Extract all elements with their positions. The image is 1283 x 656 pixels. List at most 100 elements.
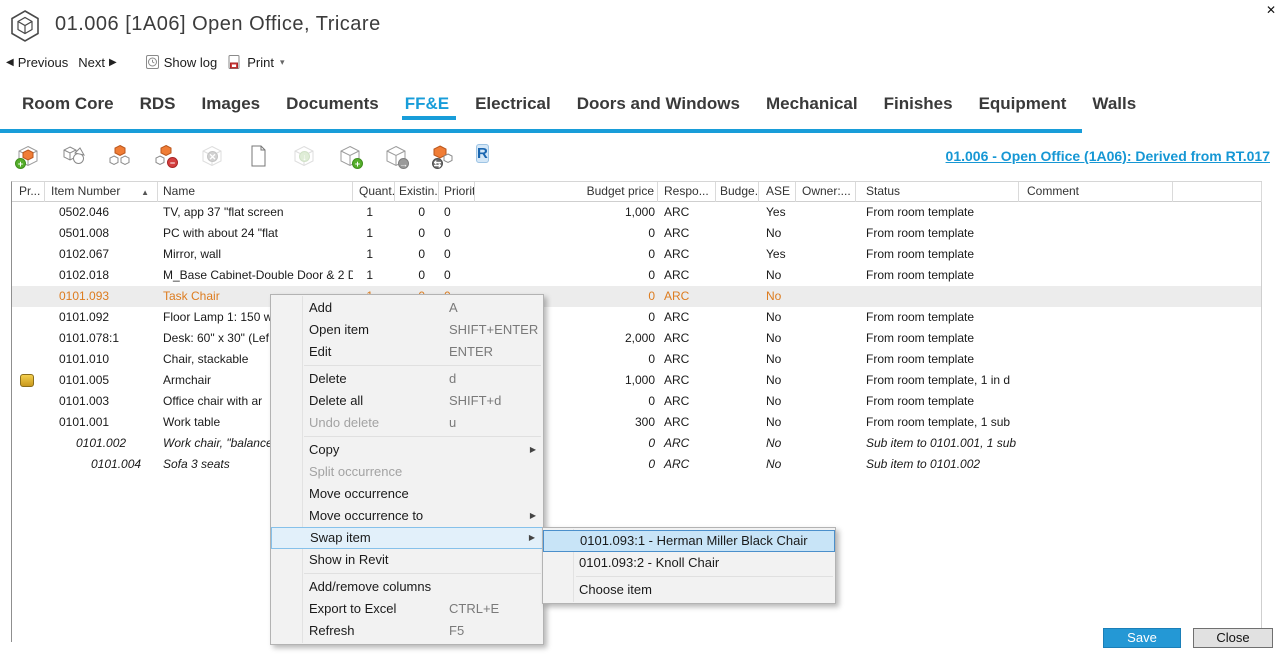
column-header-responsible[interactable]: Respo... [658, 182, 716, 202]
menu-separator [304, 436, 541, 437]
table-row[interactable]: 0502.046 TV, app 37 "flat screen 1 0 0 1… [12, 202, 1261, 223]
print-button[interactable]: Print ▾ [227, 54, 284, 70]
table-row[interactable]: 0102.018 M_Base Cabinet-Double Door & 2 … [12, 265, 1261, 286]
table-row[interactable]: 0101.010 Chair, stackable 0 ARC No From … [12, 349, 1261, 370]
tab-documents[interactable]: Documents [286, 94, 379, 114]
room-template-link[interactable]: 01.006 - Open Office (1A06): Derived fro… [946, 148, 1270, 164]
menu-separator [304, 365, 541, 366]
menu-separator [576, 576, 833, 577]
sort-ascending-icon: ▲ [141, 183, 149, 202]
print-label: Print [247, 55, 274, 70]
show-log-icon [145, 54, 160, 70]
app-logo-icon [9, 9, 41, 43]
import-item-icon: ↓ [292, 144, 316, 168]
context-menu: AddA Open itemSHIFT+ENTER EditENTER Dele… [270, 294, 544, 645]
tab-mechanical[interactable]: Mechanical [766, 94, 858, 114]
tab-finishes[interactable]: Finishes [884, 94, 953, 114]
previous-button[interactable]: ◀ Previous [6, 55, 68, 70]
tab-underline-bar [0, 129, 1082, 133]
submenu-arrow-icon: ▶ [530, 505, 536, 527]
tab-bar: Room Core RDS Images Documents FF&E Elec… [0, 88, 1283, 120]
submenu-item-herman-miller-chair[interactable]: 0101.093:1 - Herman Miller Black Chair [543, 530, 835, 552]
show-log-button[interactable]: Show log [145, 54, 217, 70]
column-header-ase[interactable]: ASE [759, 182, 796, 202]
menu-item-move-occurrence[interactable]: Move occurrence [271, 483, 543, 505]
table-row[interactable]: 0102.067 Mirror, wall 1 0 0 0 ARC Yes Fr… [12, 244, 1261, 265]
new-document-icon[interactable] [246, 144, 270, 168]
tab-equipment[interactable]: Equipment [979, 94, 1067, 114]
menu-item-delete[interactable]: Deleted [271, 368, 543, 390]
column-header-quantity[interactable]: Quant... [353, 182, 395, 202]
table-row[interactable]: 0101.005 Armchair 1,000 ARC No From room… [12, 370, 1261, 391]
ffe-toolbar: + − ✕ ↓ + → [16, 142, 500, 170]
print-icon [227, 54, 243, 70]
menu-item-show-in-revit[interactable]: Show in Revit [271, 549, 543, 571]
table-header-row: Pr... Item Number ▲ Name Quant... Existi… [12, 182, 1261, 202]
table-row[interactable]: 0101.092 Floor Lamp 1: 150 w 0 ARC No Fr… [12, 307, 1261, 328]
menu-item-refresh[interactable]: RefreshF5 [271, 620, 543, 642]
column-header-name[interactable]: Name [158, 182, 353, 202]
menu-item-export-to-excel[interactable]: Export to ExcelCTRL+E [271, 598, 543, 620]
next-label: Next [78, 55, 105, 70]
column-header-pr[interactable]: Pr... [12, 182, 45, 202]
tab-rds[interactable]: RDS [140, 94, 176, 114]
next-arrow-icon: ▶ [109, 57, 117, 68]
close-button[interactable]: Close [1193, 628, 1273, 648]
menu-separator [304, 573, 541, 574]
column-header-item-number[interactable]: Item Number ▲ [45, 182, 158, 202]
swap-item-submenu: 0101.093:1 - Herman Miller Black Chair 0… [542, 527, 836, 604]
menu-item-open-item[interactable]: Open itemSHIFT+ENTER [271, 319, 543, 341]
page-title: 01.006 [1A06] Open Office, Tricare [55, 13, 381, 36]
menu-item-delete-all[interactable]: Delete allSHIFT+d [271, 390, 543, 412]
table-row[interactable]: 0501.008 PC with about 24 "flat 1 0 0 0 … [12, 223, 1261, 244]
previous-label: Previous [18, 55, 69, 70]
table-row-subitem[interactable]: 0101.002 Work chair, "balance" 0 ARC No … [12, 433, 1261, 454]
submenu-arrow-icon: ▶ [530, 439, 536, 461]
revit-icon[interactable]: R [476, 144, 500, 168]
tab-images[interactable]: Images [202, 94, 261, 114]
delete-item-icon: ✕ [200, 144, 224, 168]
table-row[interactable]: 0101.003 Office chair with ar 0 ARC No F… [12, 391, 1261, 412]
submenu-arrow-icon: ▶ [529, 528, 535, 548]
submenu-item-knoll-chair[interactable]: 0101.093:2 - Knoll Chair [543, 552, 835, 574]
submenu-item-choose-item[interactable]: Choose item [543, 579, 835, 601]
add-item-icon[interactable]: + [16, 144, 40, 168]
add-sub-item-icon[interactable] [108, 144, 132, 168]
column-header-empty [1173, 182, 1262, 202]
menu-item-copy[interactable]: Copy▶ [271, 439, 543, 461]
column-header-status[interactable]: Status [856, 182, 1019, 202]
menu-item-split-occurrence: Split occurrence [271, 461, 543, 483]
menu-item-add[interactable]: AddA [271, 297, 543, 319]
table-row-selected[interactable]: 0101.093 Task Chair 1 0 0 0 ARC No [12, 286, 1261, 307]
item-shapes-icon[interactable] [62, 144, 86, 168]
menu-item-edit[interactable]: EditENTER [271, 341, 543, 363]
show-log-label: Show log [164, 55, 217, 70]
table-row[interactable]: 0101.001 Work table 300 ARC No From room… [12, 412, 1261, 433]
swap-item-icon[interactable]: ⇆ [430, 144, 454, 168]
menu-item-move-occurrence-to[interactable]: Move occurrence to▶ [271, 505, 543, 527]
save-button[interactable]: Save [1103, 628, 1181, 648]
table-row[interactable]: 0101.078:1 Desk: 60" x 30" (Lef 2,000 AR… [12, 328, 1261, 349]
table-row-subitem[interactable]: 0101.004 Sofa 3 seats 0 ARC No Sub item … [12, 454, 1261, 475]
previous-arrow-icon: ◀ [6, 57, 14, 68]
column-header-owner[interactable]: Owner:... [796, 182, 856, 202]
column-header-priority[interactable]: Priority [439, 182, 475, 202]
print-dropdown-icon[interactable]: ▾ [280, 57, 285, 68]
tab-walls[interactable]: Walls [1092, 94, 1136, 114]
column-header-existing[interactable]: Existin... [395, 182, 439, 202]
tab-room-core[interactable]: Room Core [22, 94, 114, 114]
column-header-comment[interactable]: Comment [1019, 182, 1173, 202]
tab-doors-and-windows[interactable]: Doors and Windows [577, 94, 740, 114]
menu-item-add-remove-columns[interactable]: Add/remove columns [271, 576, 543, 598]
menu-item-swap-item[interactable]: Swap item▶ [271, 527, 543, 549]
column-header-budget2[interactable]: Budge... [716, 182, 759, 202]
tab-ffe[interactable]: FF&E [405, 94, 449, 114]
move-occurrence-icon[interactable]: → [384, 144, 408, 168]
tab-electrical[interactable]: Electrical [475, 94, 551, 114]
next-button[interactable]: Next ▶ [78, 55, 116, 70]
remove-sub-item-icon[interactable]: − [154, 144, 178, 168]
menu-item-undo-delete: Undo deleteu [271, 412, 543, 434]
add-occurrence-icon[interactable]: + [338, 144, 362, 168]
window-close-icon[interactable]: ✕ [1263, 2, 1279, 18]
column-header-budget-price[interactable]: Budget price [475, 182, 658, 202]
